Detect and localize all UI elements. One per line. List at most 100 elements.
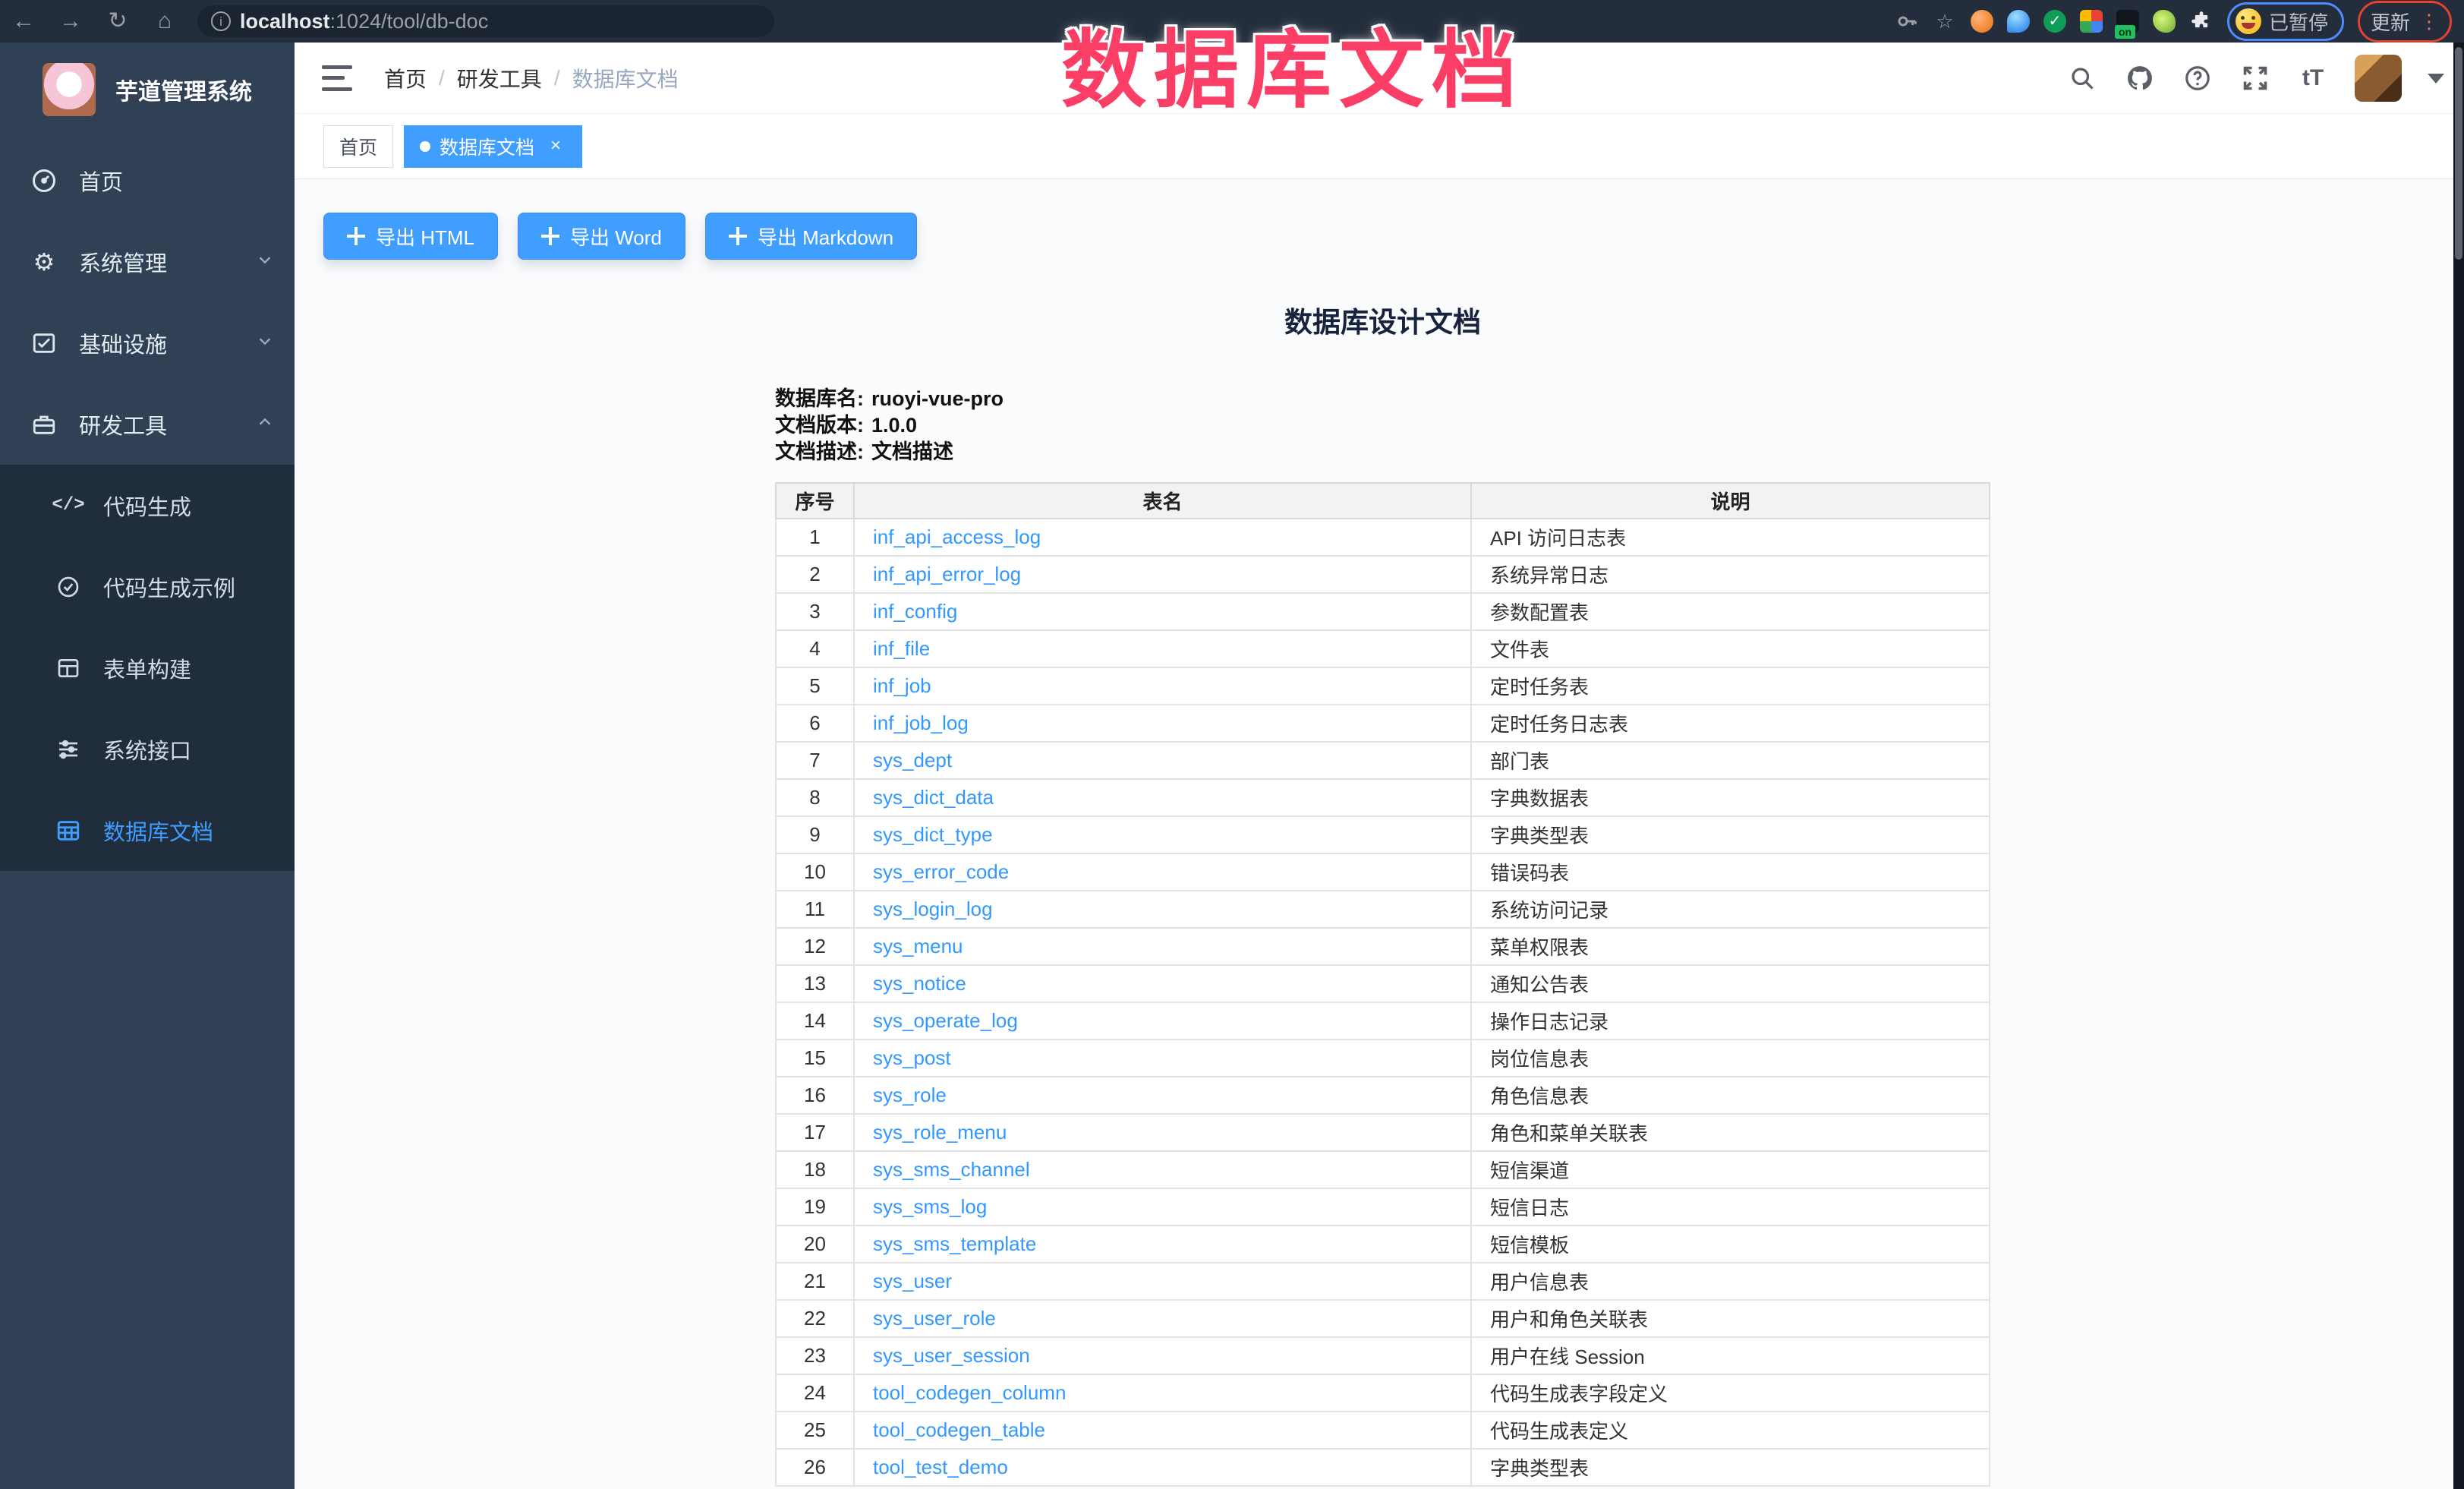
sidebar-item-infrastructure[interactable]: 基础设施 xyxy=(0,302,295,383)
extension-icon[interactable]: ✓ xyxy=(2043,10,2066,33)
table-link[interactable]: sys_dict_type xyxy=(873,823,993,846)
extension-icon[interactable] xyxy=(2007,10,2030,33)
sidebar-item-home[interactable]: 首页 xyxy=(0,140,295,221)
breadcrumb-home[interactable]: 首页 xyxy=(384,63,427,93)
table-link[interactable]: sys_role_menu xyxy=(873,1121,1007,1144)
breadcrumb-separator xyxy=(554,66,560,90)
tag-home[interactable]: 首页 xyxy=(323,125,393,168)
table-desc-cell: 操作日志记录 xyxy=(1471,1002,1990,1039)
table-link[interactable]: inf_api_error_log xyxy=(873,563,1021,585)
meta-label: 文档描述: xyxy=(775,440,864,463)
plus-icon xyxy=(541,227,559,245)
document-meta: 数据库名:ruoyi-vue-pro 文档版本:1.0.0 文档描述:文档描述 xyxy=(775,386,1990,465)
site-info-icon[interactable]: i xyxy=(211,11,231,31)
row-index-cell: 5 xyxy=(776,667,854,705)
sidebar-item-dev-tools[interactable]: 研发工具 xyxy=(0,383,295,465)
button-label: 导出 HTML xyxy=(376,222,474,251)
github-icon[interactable] xyxy=(2124,62,2156,94)
table-link[interactable]: sys_role xyxy=(873,1084,947,1106)
font-size-icon[interactable] xyxy=(2297,62,2329,94)
sidebar-item-form-builder[interactable]: 表单构建 xyxy=(0,627,295,708)
table-link[interactable]: sys_user_role xyxy=(873,1307,996,1330)
table-desc-cell: 岗位信息表 xyxy=(1471,1039,1990,1077)
home-icon[interactable]: ⌂ xyxy=(141,0,188,43)
table-desc-cell: 定时任务表 xyxy=(1471,667,1990,705)
sidebar-item-codegen-example[interactable]: 代码生成示例 xyxy=(0,546,295,627)
back-icon[interactable]: ← xyxy=(0,0,47,43)
table-desc-cell: 系统访问记录 xyxy=(1471,891,1990,928)
chrome-menu-icon[interactable]: ⋮ xyxy=(2419,14,2439,29)
table-link[interactable]: inf_file xyxy=(873,637,930,660)
table-link[interactable]: sys_post xyxy=(873,1046,951,1069)
collapse-sidebar-icon[interactable] xyxy=(322,65,352,91)
extension-icon[interactable] xyxy=(2080,10,2103,33)
update-chip[interactable]: 更新 ⋮ xyxy=(2358,1,2452,43)
extension-icon[interactable] xyxy=(2153,10,2176,33)
row-index-cell: 15 xyxy=(776,1039,854,1077)
sidebar-item-code-generation[interactable]: </> 代码生成 xyxy=(0,465,295,546)
row-index-cell: 24 xyxy=(776,1374,854,1412)
row-index-cell: 18 xyxy=(776,1151,854,1188)
table-link[interactable]: sys_login_log xyxy=(873,898,993,920)
profile-paused-chip[interactable]: 已暂停 xyxy=(2227,2,2344,41)
address-bar[interactable]: i localhost:1024/tool/db-doc xyxy=(197,5,774,37)
browser-scrollbar[interactable] xyxy=(2453,43,2464,1489)
search-icon[interactable] xyxy=(2066,62,2098,94)
extensions-puzzle-icon[interactable] xyxy=(2189,9,2214,33)
key-icon[interactable] xyxy=(1895,9,1919,33)
table-name-cell: sys_role_menu xyxy=(854,1114,1471,1151)
app-logo-row[interactable]: 芋道管理系统 xyxy=(0,43,295,118)
table-link[interactable]: tool_codegen_table xyxy=(873,1418,1045,1441)
extension-icon[interactable]: on xyxy=(2116,10,2139,33)
active-dot xyxy=(420,141,430,152)
table-desc-cell: 字典类型表 xyxy=(1471,816,1990,853)
table-link[interactable]: tool_test_demo xyxy=(873,1456,1008,1478)
table-link[interactable]: sys_user_session xyxy=(873,1344,1030,1367)
table-link[interactable]: sys_dept xyxy=(873,749,952,771)
reload-icon[interactable]: ↻ xyxy=(94,0,141,43)
help-icon[interactable] xyxy=(2182,62,2214,94)
row-index-cell: 13 xyxy=(776,965,854,1002)
meta-value: 文档描述 xyxy=(871,440,953,463)
sidebar-item-label: 基础设施 xyxy=(79,327,167,359)
table-link[interactable]: inf_api_access_log xyxy=(873,525,1041,548)
table-row: 8sys_dict_data字典数据表 xyxy=(776,779,1990,816)
export-html-button[interactable]: 导出 HTML xyxy=(323,213,498,260)
sidebar-item-system-api[interactable]: 系统接口 xyxy=(0,708,295,790)
close-icon[interactable] xyxy=(545,136,566,157)
table-link[interactable]: sys_error_code xyxy=(873,860,1009,883)
tag-label: 首页 xyxy=(339,133,377,160)
breadcrumb-dev-tools[interactable]: 研发工具 xyxy=(457,63,542,93)
table-link[interactable]: sys_menu xyxy=(873,935,963,957)
table-link[interactable]: tool_codegen_column xyxy=(873,1381,1066,1404)
fullscreen-icon[interactable] xyxy=(2239,62,2271,94)
table-link[interactable]: sys_user xyxy=(873,1270,952,1292)
user-avatar[interactable] xyxy=(2355,55,2402,102)
sliders-icon xyxy=(55,736,82,763)
table-link[interactable]: sys_sms_channel xyxy=(873,1158,1030,1181)
export-word-button[interactable]: 导出 Word xyxy=(518,213,685,260)
tag-db-doc[interactable]: 数据库文档 xyxy=(404,125,582,168)
table-name-cell: sys_notice xyxy=(854,965,1471,1002)
table-link[interactable]: sys_operate_log xyxy=(873,1009,1018,1032)
extension-icon[interactable] xyxy=(1971,10,1993,33)
export-markdown-button[interactable]: 导出 Markdown xyxy=(705,213,917,260)
table-link[interactable]: inf_job xyxy=(873,674,931,697)
table-link[interactable]: sys_dict_data xyxy=(873,786,994,809)
scrollbar-thumb[interactable] xyxy=(2455,47,2462,260)
table-link[interactable]: inf_config xyxy=(873,600,957,623)
dev-tools-submenu: </> 代码生成 代码生成示例 表单构建 xyxy=(0,465,295,871)
table-link[interactable]: sys_sms_template xyxy=(873,1232,1036,1255)
table-link[interactable]: sys_notice xyxy=(873,972,966,995)
sidebar-item-db-doc[interactable]: 数据库文档 xyxy=(0,790,295,871)
table-link[interactable]: sys_sms_log xyxy=(873,1195,987,1218)
user-menu-caret-icon[interactable] xyxy=(2428,74,2444,84)
plus-icon xyxy=(347,227,365,245)
table-row: 19sys_sms_log短信日志 xyxy=(776,1188,1990,1226)
forward-icon[interactable]: → xyxy=(47,0,94,43)
main-area: 首页 研发工具 数据库文档 xyxy=(295,43,2464,1489)
sidebar-item-system[interactable]: ⚙ 系统管理 xyxy=(0,221,295,302)
bookmark-star-icon[interactable]: ☆ xyxy=(1933,9,1957,33)
table-desc-cell: 短信日志 xyxy=(1471,1188,1990,1226)
table-link[interactable]: inf_job_log xyxy=(873,711,969,734)
